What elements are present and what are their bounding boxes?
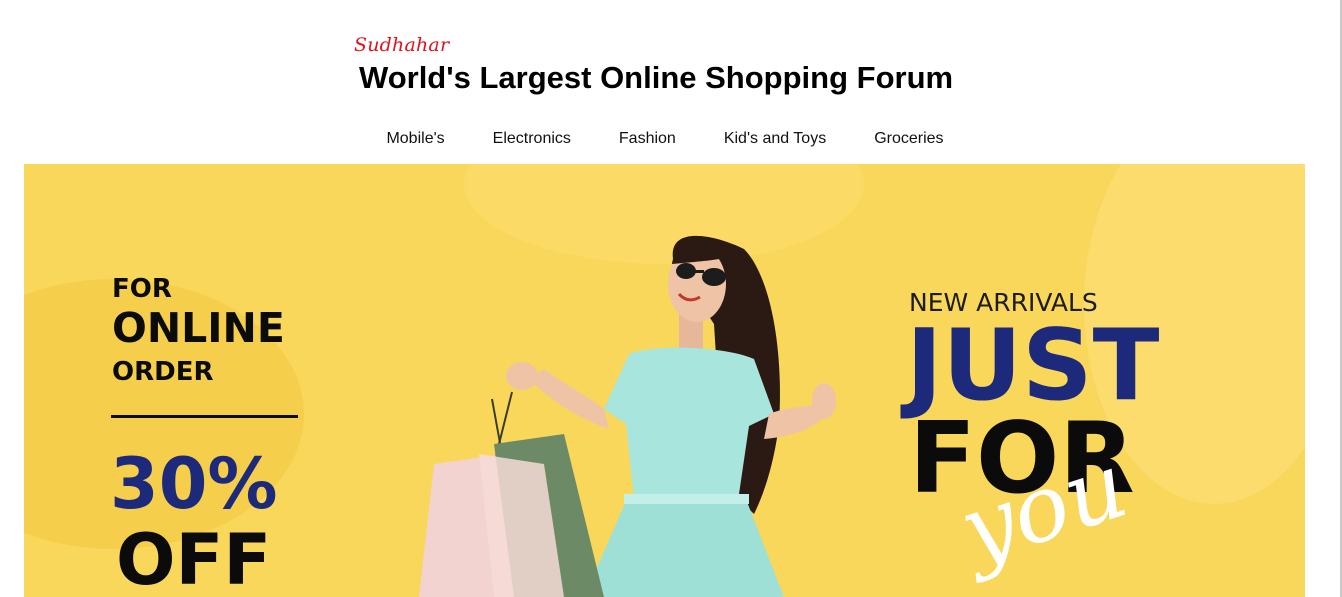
banner-for-text: FOR (112, 274, 172, 304)
banner-discount-text: 30% (110, 443, 278, 525)
banner-online-text: ONLINE (112, 304, 285, 352)
banner-order-text: ORDER (112, 357, 214, 387)
promo-banner[interactable]: FOR ONLINE ORDER 30% OFF NEW ARRIVALS JU… (24, 164, 1305, 597)
banner-off-text: OFF (116, 519, 271, 597)
promo-banner-graphic: FOR ONLINE ORDER 30% OFF NEW ARRIVALS JU… (24, 164, 1305, 597)
nav-item-electronics[interactable]: Electronics (493, 130, 571, 148)
main-nav: Mobile's Electronics Fashion Kid's and T… (0, 130, 1330, 148)
brand-logo-text[interactable]: Sudhahar (354, 34, 449, 56)
nav-item-fashion[interactable]: Fashion (619, 130, 676, 148)
banner-divider (111, 415, 298, 418)
nav-item-kids-and-toys[interactable]: Kid's and Toys (724, 130, 826, 148)
nav-item-groceries[interactable]: Groceries (874, 130, 943, 148)
page-title: World's Largest Online Shopping Forum (359, 60, 954, 95)
nav-item-mobiles[interactable]: Mobile's (386, 130, 444, 148)
